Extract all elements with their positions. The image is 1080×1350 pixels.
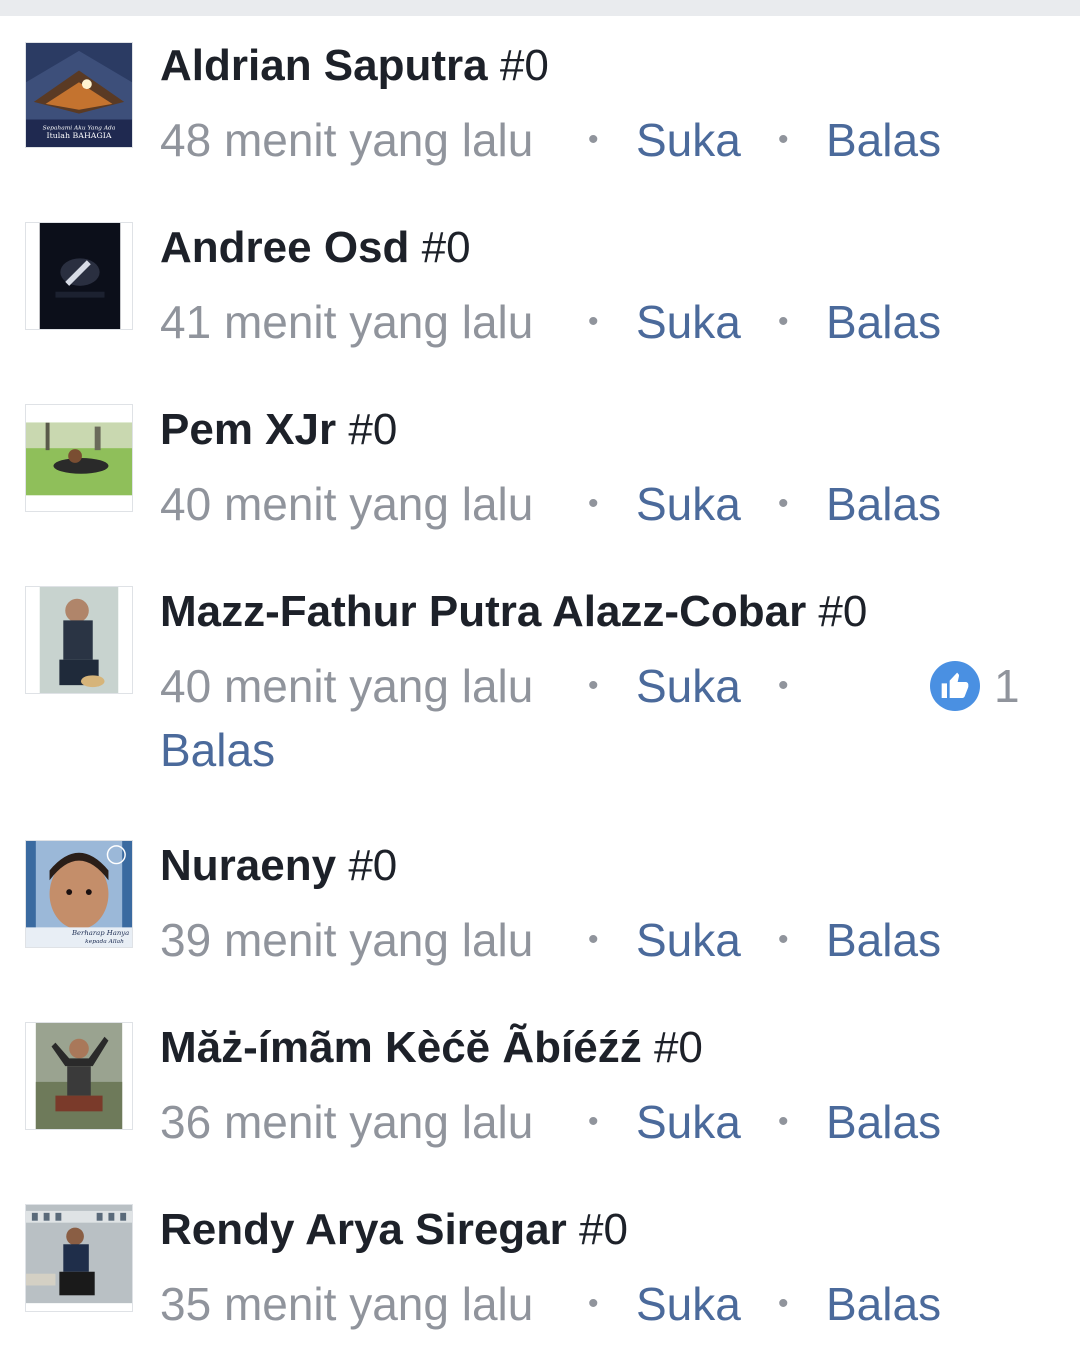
like-button[interactable]: Suka: [636, 294, 741, 350]
reaction-count: 1: [994, 660, 1020, 712]
separator-dot: •: [778, 1287, 789, 1320]
reply-button[interactable]: Balas: [826, 476, 941, 532]
comment-timestamp[interactable]: 35 menit yang lalu: [160, 1276, 533, 1332]
like-button[interactable]: Suka: [636, 1276, 741, 1332]
comment-author-name[interactable]: Mazz-Fathur Putra Alazz-Cobar: [160, 587, 806, 636]
like-button[interactable]: Suka: [636, 476, 741, 532]
comment-author-line: Rendy Arya Siregar #0: [160, 1204, 628, 1256]
comment-author-line: Nuraeny #0: [160, 840, 397, 892]
comment-author-name[interactable]: Nuraeny: [160, 841, 336, 890]
comment-author-name[interactable]: Andree Osd: [160, 223, 409, 272]
comment-author-name[interactable]: Pem XJr: [160, 405, 336, 454]
reply-button[interactable]: Balas: [160, 722, 275, 778]
comment-author-line: Măż-ímãm Kèćĕ Ãbíéźź #0: [160, 1022, 703, 1074]
separator-dot: •: [588, 305, 599, 338]
separator-dot: •: [588, 1287, 599, 1320]
separator-dot: •: [588, 1105, 599, 1138]
separator-dot: •: [778, 123, 789, 156]
comment-text: #0: [579, 1205, 628, 1254]
separator-dot: •: [588, 669, 599, 702]
comment-author-line: Pem XJr #0: [160, 404, 397, 456]
like-button[interactable]: Suka: [636, 1094, 741, 1150]
avatar[interactable]: [25, 586, 133, 694]
reaction-summary[interactable]: 1: [930, 658, 1020, 714]
comment-text: #0: [348, 841, 398, 890]
separator-dot: •: [588, 123, 599, 156]
comment-author-line: Mazz-Fathur Putra Alazz-Cobar #0: [160, 586, 867, 638]
separator-dot: •: [778, 487, 789, 520]
reply-button[interactable]: Balas: [826, 912, 941, 968]
separator-dot: •: [778, 669, 789, 702]
like-button[interactable]: Suka: [636, 658, 741, 714]
reply-button[interactable]: Balas: [826, 1276, 941, 1332]
top-divider: [0, 0, 1080, 16]
comment-author-name[interactable]: Măż-ímãm Kèćĕ Ãbíéźź: [160, 1023, 642, 1072]
separator-dot: •: [778, 305, 789, 338]
reply-button[interactable]: Balas: [826, 1094, 941, 1150]
separator-dot: •: [778, 1105, 789, 1138]
avatar[interactable]: Sepahami Aku Yang Ada Itulah BAHAGIA: [25, 42, 133, 148]
comment-timestamp[interactable]: 39 menit yang lalu: [160, 912, 533, 968]
comment-timestamp[interactable]: 36 menit yang lalu: [160, 1094, 533, 1150]
like-button[interactable]: Suka: [636, 912, 741, 968]
avatar-caption-top: Berharap Hanya: [71, 929, 129, 937]
avatar[interactable]: [25, 404, 133, 512]
comment-author-name[interactable]: Rendy Arya Siregar: [160, 1205, 567, 1254]
comment-text: #0: [348, 405, 398, 454]
comment-text: #0: [421, 223, 471, 272]
comment-author-line: Aldrian Saputra #0: [160, 40, 549, 92]
reply-button[interactable]: Balas: [826, 294, 941, 350]
comment-timestamp[interactable]: 40 menit yang lalu: [160, 476, 533, 532]
avatar-caption-bottom: Itulah BAHAGIA: [46, 131, 111, 140]
avatar[interactable]: Berharap Hanya kepada Allah: [25, 840, 133, 948]
comment-text: #0: [653, 1023, 703, 1072]
avatar[interactable]: [25, 1022, 133, 1130]
comment-author-line: Andree Osd #0: [160, 222, 471, 274]
comment-text: #0: [818, 587, 868, 636]
comment-timestamp[interactable]: 40 menit yang lalu: [160, 658, 533, 714]
thumbs-up-icon: [930, 661, 980, 711]
comment-timestamp[interactable]: 48 menit yang lalu: [160, 112, 533, 168]
separator-dot: •: [588, 923, 599, 956]
comment-text: #0: [499, 41, 549, 90]
reply-button[interactable]: Balas: [826, 112, 941, 168]
comment-author-name[interactable]: Aldrian Saputra: [160, 41, 488, 90]
avatar[interactable]: [25, 222, 133, 330]
avatar[interactable]: [25, 1204, 133, 1312]
avatar-caption-bottom: kepada Allah: [85, 939, 124, 945]
like-button[interactable]: Suka: [636, 112, 741, 168]
separator-dot: •: [778, 923, 789, 956]
separator-dot: •: [588, 487, 599, 520]
comment-timestamp[interactable]: 41 menit yang lalu: [160, 294, 533, 350]
